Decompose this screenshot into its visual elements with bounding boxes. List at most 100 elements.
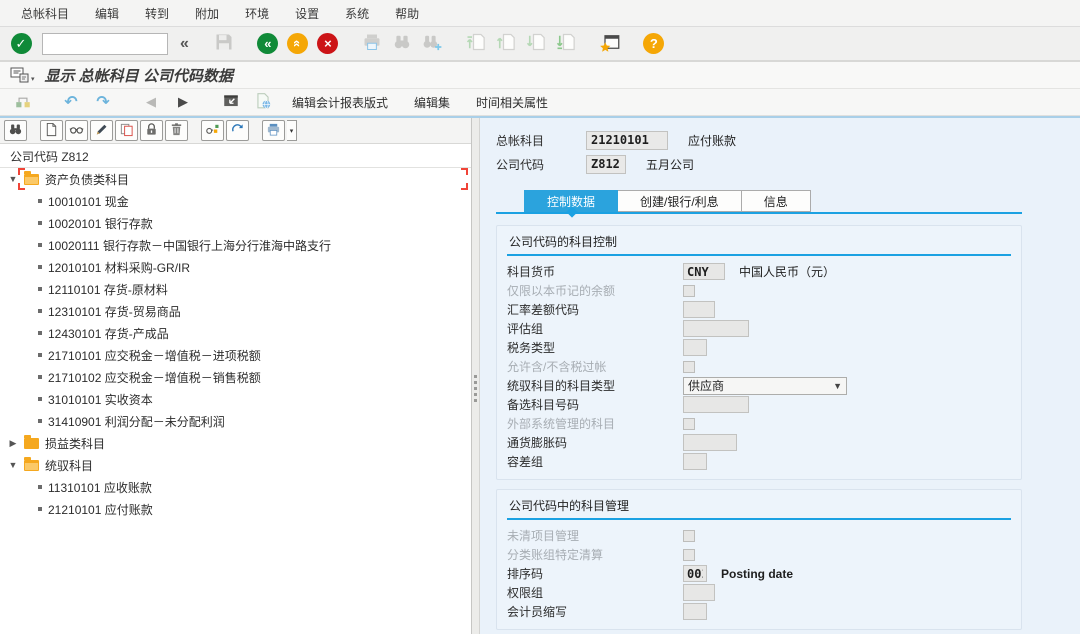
tree-item[interactable]: 21710101 应交税金－增值税－进项税额 [0,344,471,366]
tree-item[interactable]: 21710102 应交税金－增值税－销售税额 [0,366,471,388]
field-checkbox[interactable] [683,549,695,561]
menu-item-6[interactable]: 系统 [332,5,382,22]
field-input[interactable] [683,434,737,451]
menu-item-1[interactable]: 编辑 [82,5,132,22]
collapse-command-field-icon[interactable]: « [176,35,193,53]
menu-item-2[interactable]: 转到 [132,5,182,22]
tree-item[interactable]: 12310101 存货-贸易商品 [0,300,471,322]
window-menu-icon[interactable]: ▾ [10,67,35,83]
field-input[interactable] [683,339,707,356]
help-button[interactable]: ? [641,31,667,57]
tree-item[interactable]: ▼资产负债类科目 [0,168,471,190]
tree-item[interactable]: 21210101 应付账款 [0,498,471,520]
page-up-button[interactable] [493,31,519,57]
splitter-grip-icon [474,375,478,402]
new-session-button[interactable] [597,31,623,57]
doc-globe-button[interactable] [250,91,276,113]
menu-item-0[interactable]: 总帐科目 [8,5,82,22]
field-label: 科目货币 [507,263,683,280]
menu-item-4[interactable]: 环境 [232,5,282,22]
tree-item[interactable]: ▼统驭科目 [0,454,471,476]
tree-toggle-edit-button[interactable] [201,120,224,141]
tree-refresh-button[interactable] [226,120,249,141]
undo-button[interactable]: ↶ [58,91,84,113]
print-button[interactable] [359,31,385,57]
field-input[interactable] [683,320,749,337]
field-input[interactable] [683,453,707,470]
app-button-2[interactable]: 时间相关属性 [466,94,558,111]
field-checkbox[interactable] [683,530,695,542]
tree-create-button[interactable] [40,120,63,141]
next-button[interactable]: ▶ [170,91,196,113]
company-code-value[interactable]: Z812 [586,155,626,174]
field-input[interactable] [683,565,707,582]
first-page-button[interactable] [463,31,489,57]
field-select[interactable]: 供应商▼ [683,377,847,395]
enter-button[interactable]: ✓ [8,31,34,57]
tree-item[interactable]: 10020101 银行存款 [0,212,471,234]
app-button-1[interactable]: 编辑集 [404,94,460,111]
cancel-button[interactable]: × [315,31,341,57]
gl-account-value[interactable]: 21210101 [586,131,668,150]
command-field-input[interactable] [42,33,168,55]
tree-item[interactable]: 10020111 银行存款－中国银行上海分行淮海中路支行 [0,234,471,256]
tree-display-button[interactable] [65,120,88,141]
selection-corner [461,183,468,190]
field-input[interactable] [683,263,725,280]
tree-item[interactable]: 12010101 材料采购-GR/IR [0,256,471,278]
back-button[interactable]: « [255,31,281,57]
find-button[interactable] [389,31,415,57]
find-next-icon [422,32,442,55]
save-button[interactable] [211,31,237,57]
block-button[interactable] [218,91,244,113]
section-title: 公司代码中的科目管理 [507,494,1011,520]
find-next-button[interactable] [419,31,445,57]
chevron-right-icon[interactable]: ▶ [8,438,18,449]
tree-lock-button[interactable] [140,120,163,141]
pane-splitter[interactable] [472,118,480,634]
tree-item[interactable]: ▶损益类科目 [0,432,471,454]
field-input[interactable] [683,301,715,318]
menu-item-5[interactable]: 设置 [282,5,332,22]
tree-edit-button[interactable] [90,120,113,141]
tree-item[interactable]: 11310101 应收账款 [0,476,471,498]
tree-item[interactable]: 31010101 实收资本 [0,388,471,410]
tree-item[interactable]: 31410901 利润分配－未分配利润 [0,410,471,432]
field-checkbox[interactable] [683,418,695,430]
field-input[interactable] [683,396,749,413]
field-checkbox[interactable] [683,285,695,297]
menu-item-7[interactable]: 帮助 [382,5,432,22]
title-dropdown-icon[interactable]: ▾ [31,75,35,83]
tree-print-button[interactable] [262,120,285,141]
field-checkbox[interactable] [683,361,695,373]
bullet-icon [38,243,42,247]
hierarchy-button[interactable] [10,91,36,113]
last-page-button[interactable] [553,31,579,57]
redo-button[interactable]: ↷ [90,91,116,113]
form-row: 科目货币中国人民币（元） [507,262,1011,281]
chevron-down-icon[interactable]: ▼ [8,460,18,470]
exit-button[interactable]: « [285,31,311,57]
menu-item-3[interactable]: 附加 [182,5,232,22]
app-button-0[interactable]: 编辑会计报表版式 [282,94,398,111]
tree-copy-button[interactable] [115,120,138,141]
previous-button[interactable]: ◀ [138,91,164,113]
field-input[interactable] [683,584,715,601]
chevron-down-icon[interactable]: ▼ [8,174,18,184]
tab-1[interactable]: 创建/银行/利息 [618,190,742,212]
tree-item[interactable]: 12430101 存货-产成品 [0,322,471,344]
tree-item[interactable]: 12110101 存货-原材料 [0,278,471,300]
tree-print-dropdown-icon[interactable]: ▾ [287,120,297,141]
bullet-icon [38,485,42,489]
tree-header-company-code: 公司代码 Z812 [0,146,471,168]
tree-item[interactable]: 10010101 现金 [0,190,471,212]
page-down-button[interactable] [523,31,549,57]
gl-account-desc: 应付账款 [688,132,736,149]
tree-find-button[interactable] [4,120,27,141]
tab-2[interactable]: 信息 [742,190,811,212]
field-input[interactable] [683,603,707,620]
doc-globe-icon [254,92,272,113]
bullet-icon [38,331,42,335]
field-label: 排序码 [507,565,683,582]
tree-delete-button[interactable] [165,120,188,141]
